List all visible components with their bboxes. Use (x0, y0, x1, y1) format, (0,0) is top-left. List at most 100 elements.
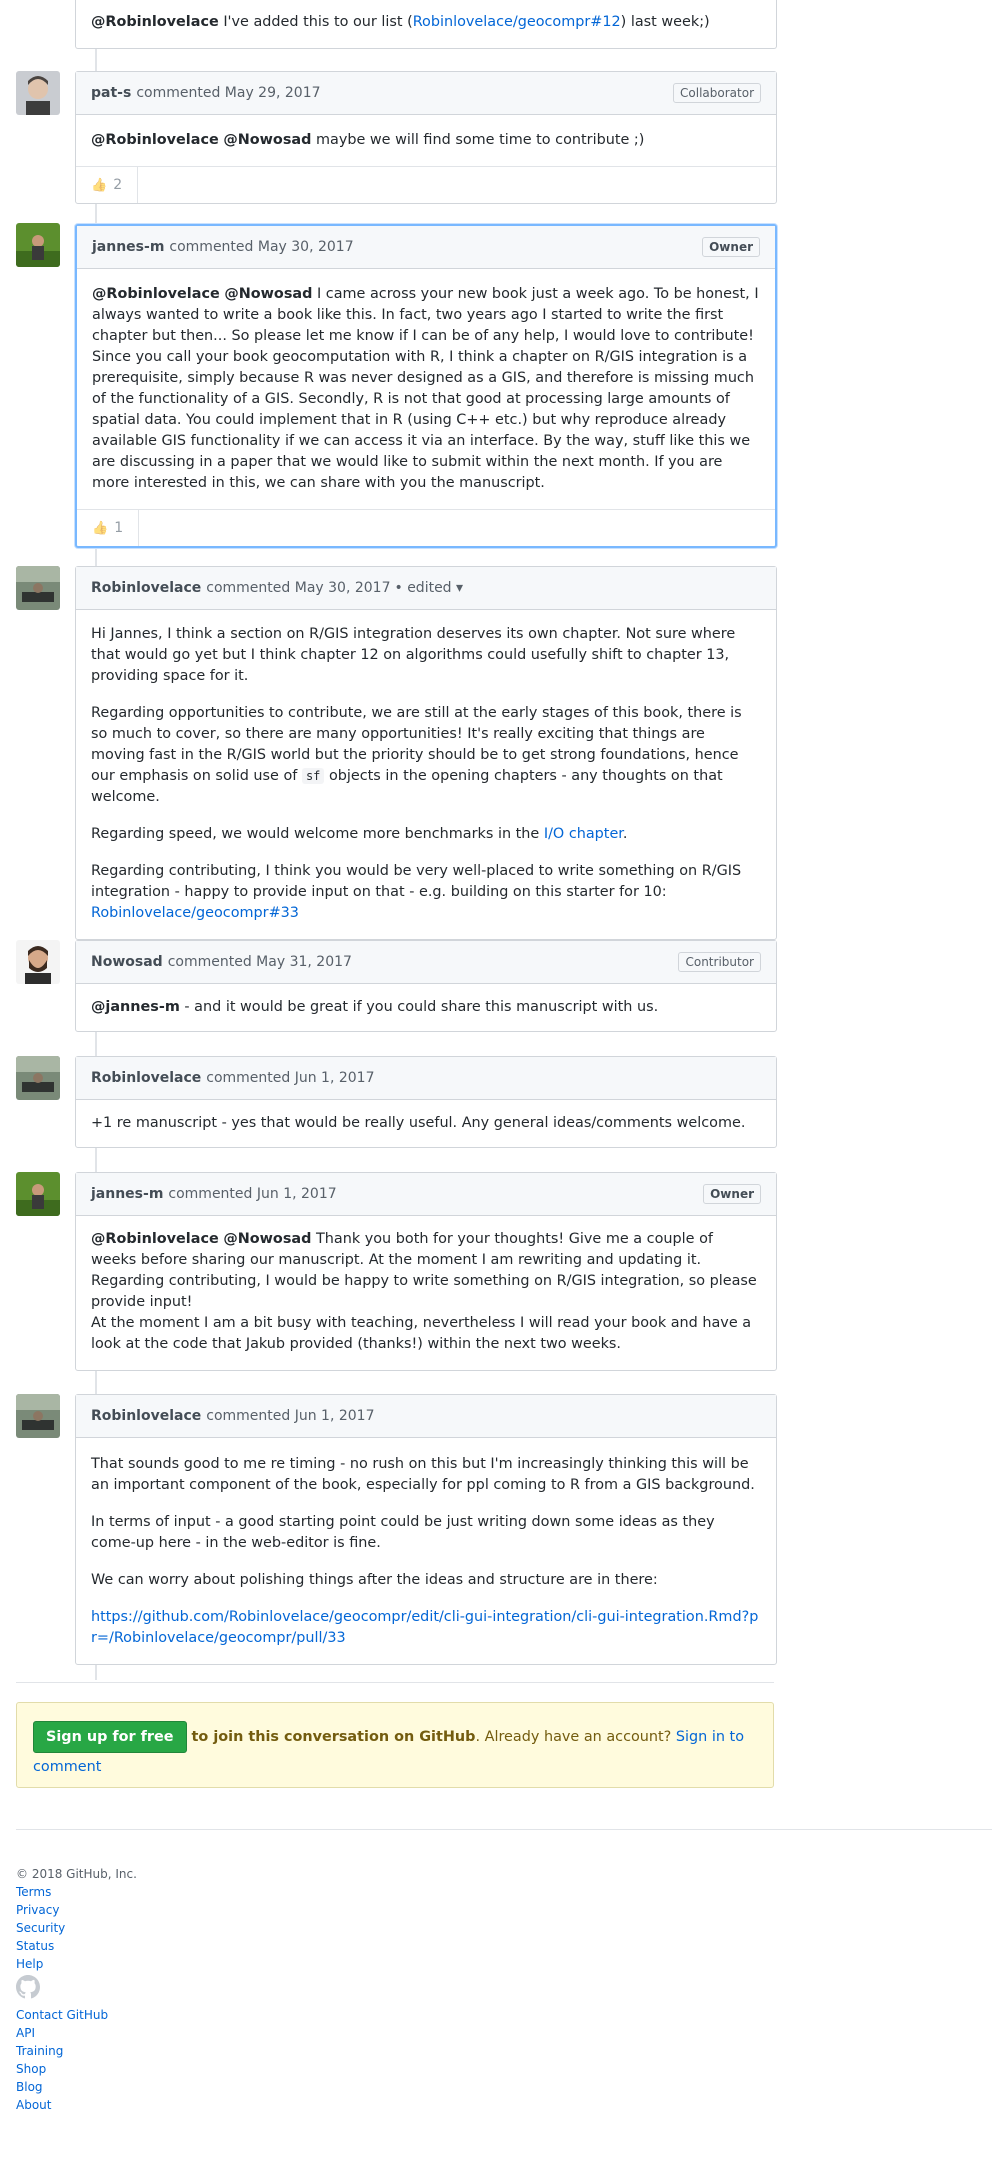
pull-request-link[interactable]: https://github.com/Robinlovelace/geocomp… (91, 1609, 758, 1646)
github-logo-icon[interactable] (16, 1975, 137, 2004)
comment-body: @Robinlovelace @Nowosad maybe we will fi… (76, 115, 776, 166)
comment-author[interactable]: pat-s (91, 85, 131, 101)
avatar-jannes-m[interactable] (16, 1172, 60, 1216)
comment-paragraph: Regarding opportunities to contribute, w… (91, 703, 761, 808)
avatar-jannes-m[interactable] (16, 223, 60, 267)
comment-action: commented (168, 1186, 253, 1202)
role-badge: Collaborator (673, 83, 761, 103)
reaction-count: 1 (114, 520, 124, 536)
comment-text: maybe we will find some time to contribu… (311, 132, 645, 148)
signup-banner: Sign up for free to join this conversati… (16, 1702, 774, 1788)
inline-code: sf (301, 768, 325, 784)
comment-body: @Robinlovelace @Nowosad I came across yo… (77, 269, 775, 509)
mention[interactable]: @Nowosad (224, 286, 312, 302)
comment-author[interactable]: jannes-m (92, 239, 164, 255)
comment-text: I've added this to our list ( (223, 14, 413, 30)
footer-link-contact[interactable]: Contact GitHub (16, 2006, 137, 2024)
comment-text: Regarding speed, we would welcome more b… (91, 826, 544, 842)
comment-author[interactable]: Nowosad (91, 954, 163, 970)
comment-author[interactable]: Robinlovelace (91, 1070, 201, 1086)
comment-action: commented (206, 1408, 291, 1424)
comment-paragraph: Hi Jannes, I think a section on R/GIS in… (91, 626, 736, 684)
comment-author[interactable]: Robinlovelace (91, 1408, 201, 1424)
reaction-thumbs-up[interactable]: 👍 1 (77, 510, 140, 546)
footer-link-terms[interactable]: Terms (16, 1883, 137, 1901)
reaction-count: 2 (113, 177, 123, 193)
comment-author[interactable]: Robinlovelace (91, 580, 201, 596)
role-badge: Owner (703, 1184, 761, 1204)
thumbs-up-icon: 👍 (92, 520, 109, 536)
comment-date[interactable]: May 30, 2017 (295, 580, 391, 596)
comment-text: +1 re manuscript - yes that would be rea… (91, 1115, 746, 1131)
footer-link-about[interactable]: About (16, 2096, 137, 2114)
comment-body: That sounds good to me re timing - no ru… (76, 1438, 776, 1664)
role-badge: Contributor (678, 952, 761, 972)
footer-link-blog[interactable]: Blog (16, 2078, 137, 2096)
signup-bold-text: to join this conversation on GitHub (186, 1729, 476, 1745)
footer-link-shop[interactable]: Shop (16, 2060, 137, 2078)
comment-date[interactable]: May 31, 2017 (256, 954, 352, 970)
comment-header: Robinlovelace commented Jun 1, 2017 (76, 1057, 776, 1100)
comment-header: Robinlovelace commented Jun 1, 2017 (76, 1395, 776, 1438)
avatar-robinlovelace[interactable] (16, 1394, 60, 1438)
reactions-bar: 👍 1 (77, 509, 775, 546)
avatar-robinlovelace[interactable] (16, 566, 60, 610)
footer: © 2018 GitHub, Inc. Terms Privacy Securi… (16, 1865, 137, 2114)
comment-paragraph: That sounds good to me re timing - no ru… (91, 1456, 755, 1493)
edited-dropdown[interactable]: • edited ▾ (394, 580, 463, 596)
comment-nowosad: Nowosad commented May 31, 2017 Contribut… (75, 940, 777, 1032)
comment-date[interactable]: Jun 1, 2017 (295, 1070, 375, 1086)
footer-link-api[interactable]: API (16, 2024, 137, 2042)
comment-body: @jannes-m - and it would be great if you… (76, 984, 776, 1031)
mention[interactable]: @Robinlovelace (91, 14, 219, 30)
issue-link[interactable]: Robinlovelace/geocompr#12 (413, 14, 621, 30)
comment-jannes-m-2: jannes-m commented Jun 1, 2017 Owner @Ro… (75, 1172, 777, 1371)
comment-paragraph: Regarding speed, we would welcome more b… (91, 824, 761, 845)
comment-text: - and it would be great if you could sha… (179, 999, 659, 1015)
timeline-divider (16, 1682, 774, 1683)
avatar-robinlovelace[interactable] (16, 1056, 60, 1100)
footer-divider (16, 1829, 992, 1830)
comment-date[interactable]: May 30, 2017 (258, 239, 354, 255)
avatar-nowosad[interactable] (16, 940, 60, 984)
signup-text: . Already have an account? (475, 1729, 676, 1745)
avatar-pat-s[interactable] (16, 71, 60, 115)
comment-text: Regarding contributing, I think you woul… (91, 863, 742, 900)
comment-robinlovelace-2: Robinlovelace commented Jun 1, 2017 +1 r… (75, 1056, 777, 1148)
footer-link-privacy[interactable]: Privacy (16, 1901, 137, 1919)
comment-date[interactable]: May 29, 2017 (225, 85, 321, 101)
issue-link[interactable]: Robinlovelace/geocompr#33 (91, 905, 299, 921)
mention[interactable]: @Robinlovelace (91, 132, 219, 148)
mention[interactable]: @jannes-m (91, 999, 180, 1015)
role-badge: Owner (702, 237, 760, 257)
comment-body: +1 re manuscript - yes that would be rea… (76, 1100, 776, 1147)
comment-header: Nowosad commented May 31, 2017 Contribut… (76, 941, 776, 984)
comment-action: commented (206, 1070, 291, 1086)
mention[interactable]: @Nowosad (223, 132, 311, 148)
comment-date[interactable]: Jun 1, 2017 (295, 1408, 375, 1424)
comment-paragraph: We can worry about polishing things afte… (91, 1572, 658, 1588)
comment-jannes-m: jannes-m commented May 30, 2017 Owner @R… (75, 224, 777, 548)
mention[interactable]: @Nowosad (223, 1231, 311, 1247)
comment-text: I came across your new book just a week … (92, 286, 759, 491)
comment-action: commented (206, 580, 291, 596)
footer-link-help[interactable]: Help (16, 1955, 137, 1973)
signup-button[interactable]: Sign up for free (33, 1721, 187, 1753)
comment-author[interactable]: jannes-m (91, 1186, 163, 1202)
comment-date[interactable]: Jun 1, 2017 (257, 1186, 337, 1202)
comment-text: ) last week;) (620, 14, 710, 30)
comment-paragraph: In terms of input - a good starting poin… (91, 1514, 715, 1551)
comment-body: Hi Jannes, I think a section on R/GIS in… (76, 610, 776, 939)
io-chapter-link[interactable]: I/O chapter (544, 826, 623, 842)
mention[interactable]: @Robinlovelace (92, 286, 220, 302)
thumbs-up-icon: 👍 (91, 177, 108, 193)
footer-link-training[interactable]: Training (16, 2042, 137, 2060)
reaction-thumbs-up[interactable]: 👍 2 (76, 167, 139, 203)
mention[interactable]: @Robinlovelace (91, 1231, 219, 1247)
comment-text: . (622, 826, 628, 842)
comment-robinlovelace-3: Robinlovelace commented Jun 1, 2017 That… (75, 1394, 777, 1665)
comment-robinlovelace-1: Robinlovelace commented May 30, 2017 • e… (75, 566, 777, 940)
footer-link-security[interactable]: Security (16, 1919, 137, 1937)
footer-link-status[interactable]: Status (16, 1937, 137, 1955)
reactions-bar: 👍 2 (76, 166, 776, 203)
